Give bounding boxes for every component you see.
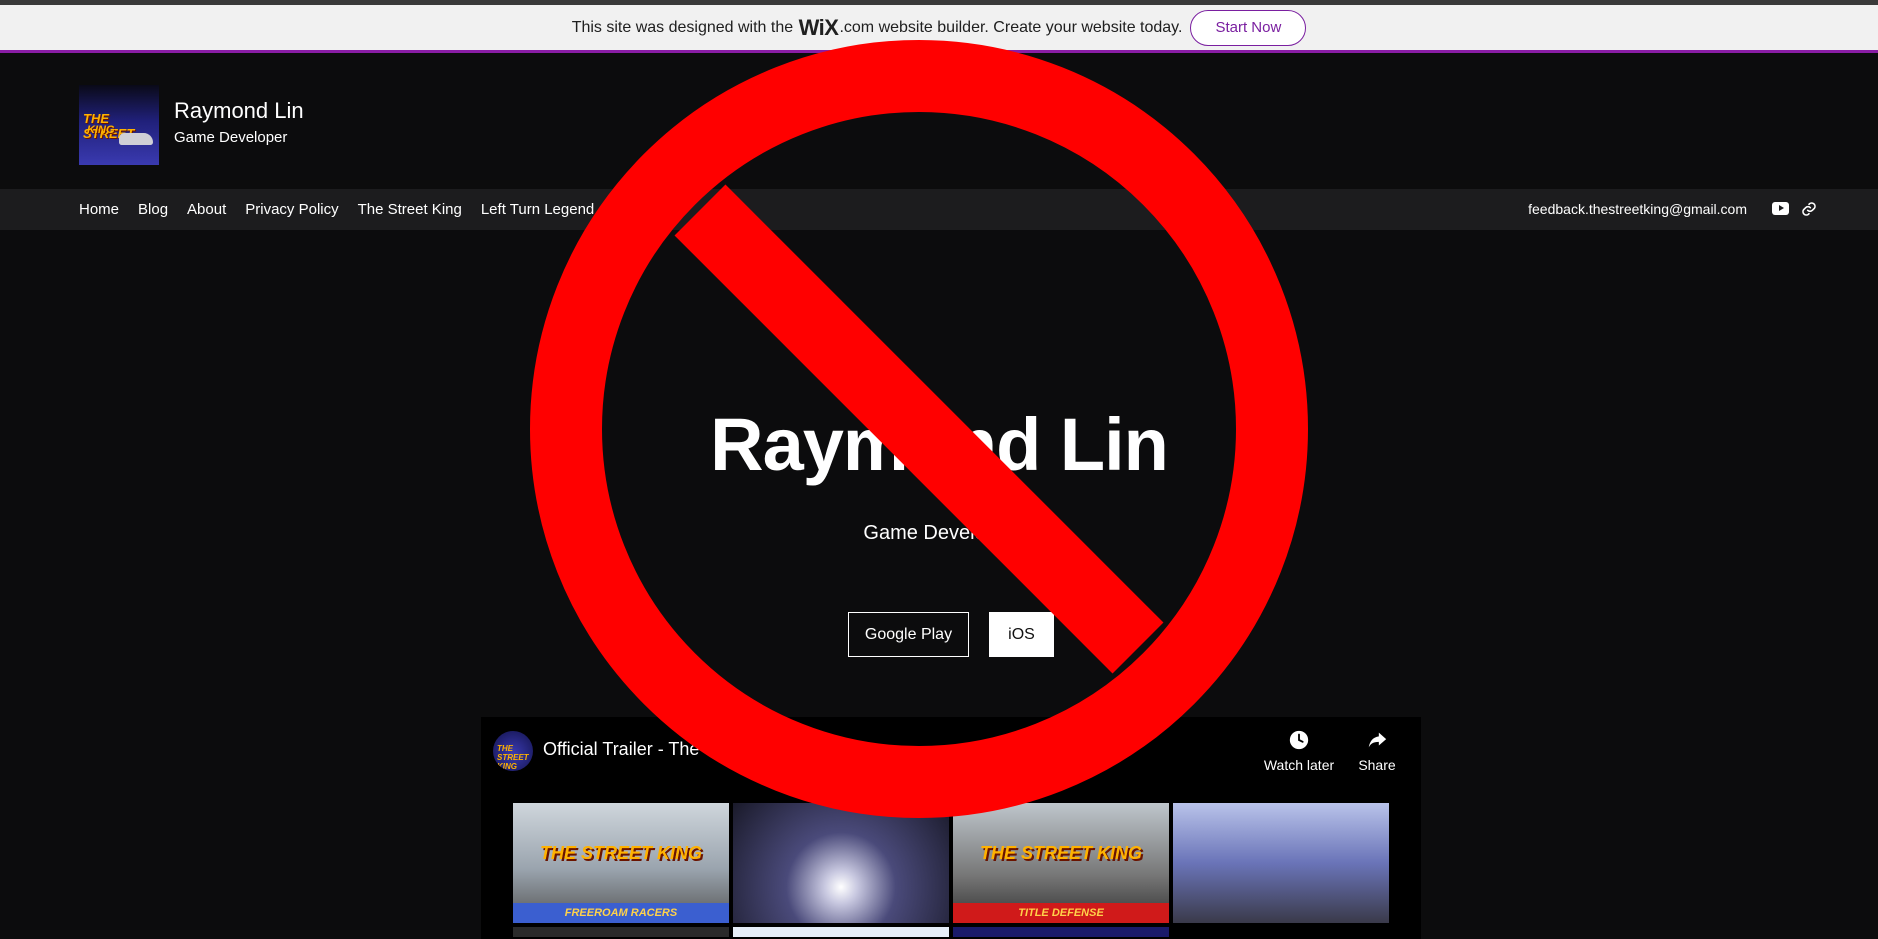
wix-banner: This site was designed with the WiX .com… bbox=[0, 5, 1878, 53]
channel-logo-text: THE STREET KING bbox=[497, 744, 529, 771]
video-thumbnail[interactable]: THE STREET KING TITLE DEFENSE bbox=[953, 803, 1169, 923]
video-thumbnail-grid: THE STREET KING FREEROAM RACERS THE STRE… bbox=[513, 803, 1389, 937]
logo-text-2: KING bbox=[87, 124, 115, 136]
watch-later-button[interactable]: Watch later bbox=[1259, 729, 1339, 773]
thumbnail-caption: TITLE DEFENSE bbox=[953, 903, 1169, 923]
nav-item-privacy-policy[interactable]: Privacy Policy bbox=[245, 201, 338, 218]
watch-later-label: Watch later bbox=[1263, 757, 1335, 773]
nav-item-home[interactable]: Home bbox=[79, 201, 119, 218]
site-name[interactable]: Raymond Lin bbox=[174, 98, 304, 124]
youtube-embed[interactable]: THE STREET KING Official Trailer - The S… bbox=[481, 717, 1421, 939]
start-now-button[interactable]: Start Now bbox=[1190, 9, 1307, 46]
nav-item-the-street-king[interactable]: The Street King bbox=[358, 201, 462, 218]
site-logo[interactable]: THE STREET KING bbox=[79, 85, 159, 165]
clock-icon bbox=[1289, 730, 1309, 750]
nav-item-left-turn-legend[interactable]: Left Turn Legend bbox=[481, 201, 594, 218]
main-nav: Home Blog About Privacy Policy The Stree… bbox=[0, 189, 1878, 230]
nav-links: Home Blog About Privacy Policy The Stree… bbox=[79, 189, 594, 230]
share-label: Share bbox=[1358, 757, 1396, 773]
share-icon bbox=[1368, 732, 1387, 748]
hero-title: Raymond Lin bbox=[710, 403, 1169, 486]
video-thumbnail[interactable] bbox=[733, 927, 949, 937]
video-thumbnail[interactable] bbox=[1173, 803, 1389, 923]
video-thumbnail[interactable] bbox=[733, 803, 949, 923]
video-thumbnail[interactable]: THE STREET KING FREEROAM RACERS bbox=[513, 803, 729, 923]
hero-subtitle: Game Developer bbox=[863, 522, 1015, 544]
site-tagline: Game Developer bbox=[174, 129, 288, 146]
site-header: THE STREET KING Raymond Lin Game Develop… bbox=[0, 56, 1878, 189]
youtube-icon[interactable] bbox=[1772, 202, 1789, 215]
contact-email-link[interactable]: feedback.thestreetking@gmail.com bbox=[1528, 201, 1747, 217]
thumbnail-title: THE STREET KING bbox=[979, 843, 1142, 863]
ios-button[interactable]: iOS bbox=[989, 612, 1054, 657]
video-thumbnail[interactable] bbox=[513, 927, 729, 937]
nav-item-blog[interactable]: Blog bbox=[138, 201, 168, 218]
channel-avatar[interactable]: THE STREET KING bbox=[493, 731, 533, 771]
share-button[interactable]: Share bbox=[1349, 729, 1405, 773]
thumbnail-caption: FREEROAM RACERS bbox=[513, 903, 729, 923]
wix-banner-text-before: This site was designed with the bbox=[571, 18, 794, 36]
car-icon bbox=[119, 133, 153, 145]
video-title[interactable]: Official Trailer - The Street King bbox=[543, 739, 793, 760]
nav-item-about[interactable]: About bbox=[187, 201, 226, 218]
google-play-button[interactable]: Google Play bbox=[848, 612, 969, 657]
link-icon[interactable] bbox=[1801, 201, 1817, 217]
wix-logo[interactable]: WiX bbox=[799, 15, 839, 41]
wix-banner-text-after: .com website builder. Create your websit… bbox=[839, 18, 1183, 36]
video-thumbnail[interactable] bbox=[953, 927, 1169, 937]
thumbnail-title: THE STREET KING bbox=[539, 843, 702, 863]
